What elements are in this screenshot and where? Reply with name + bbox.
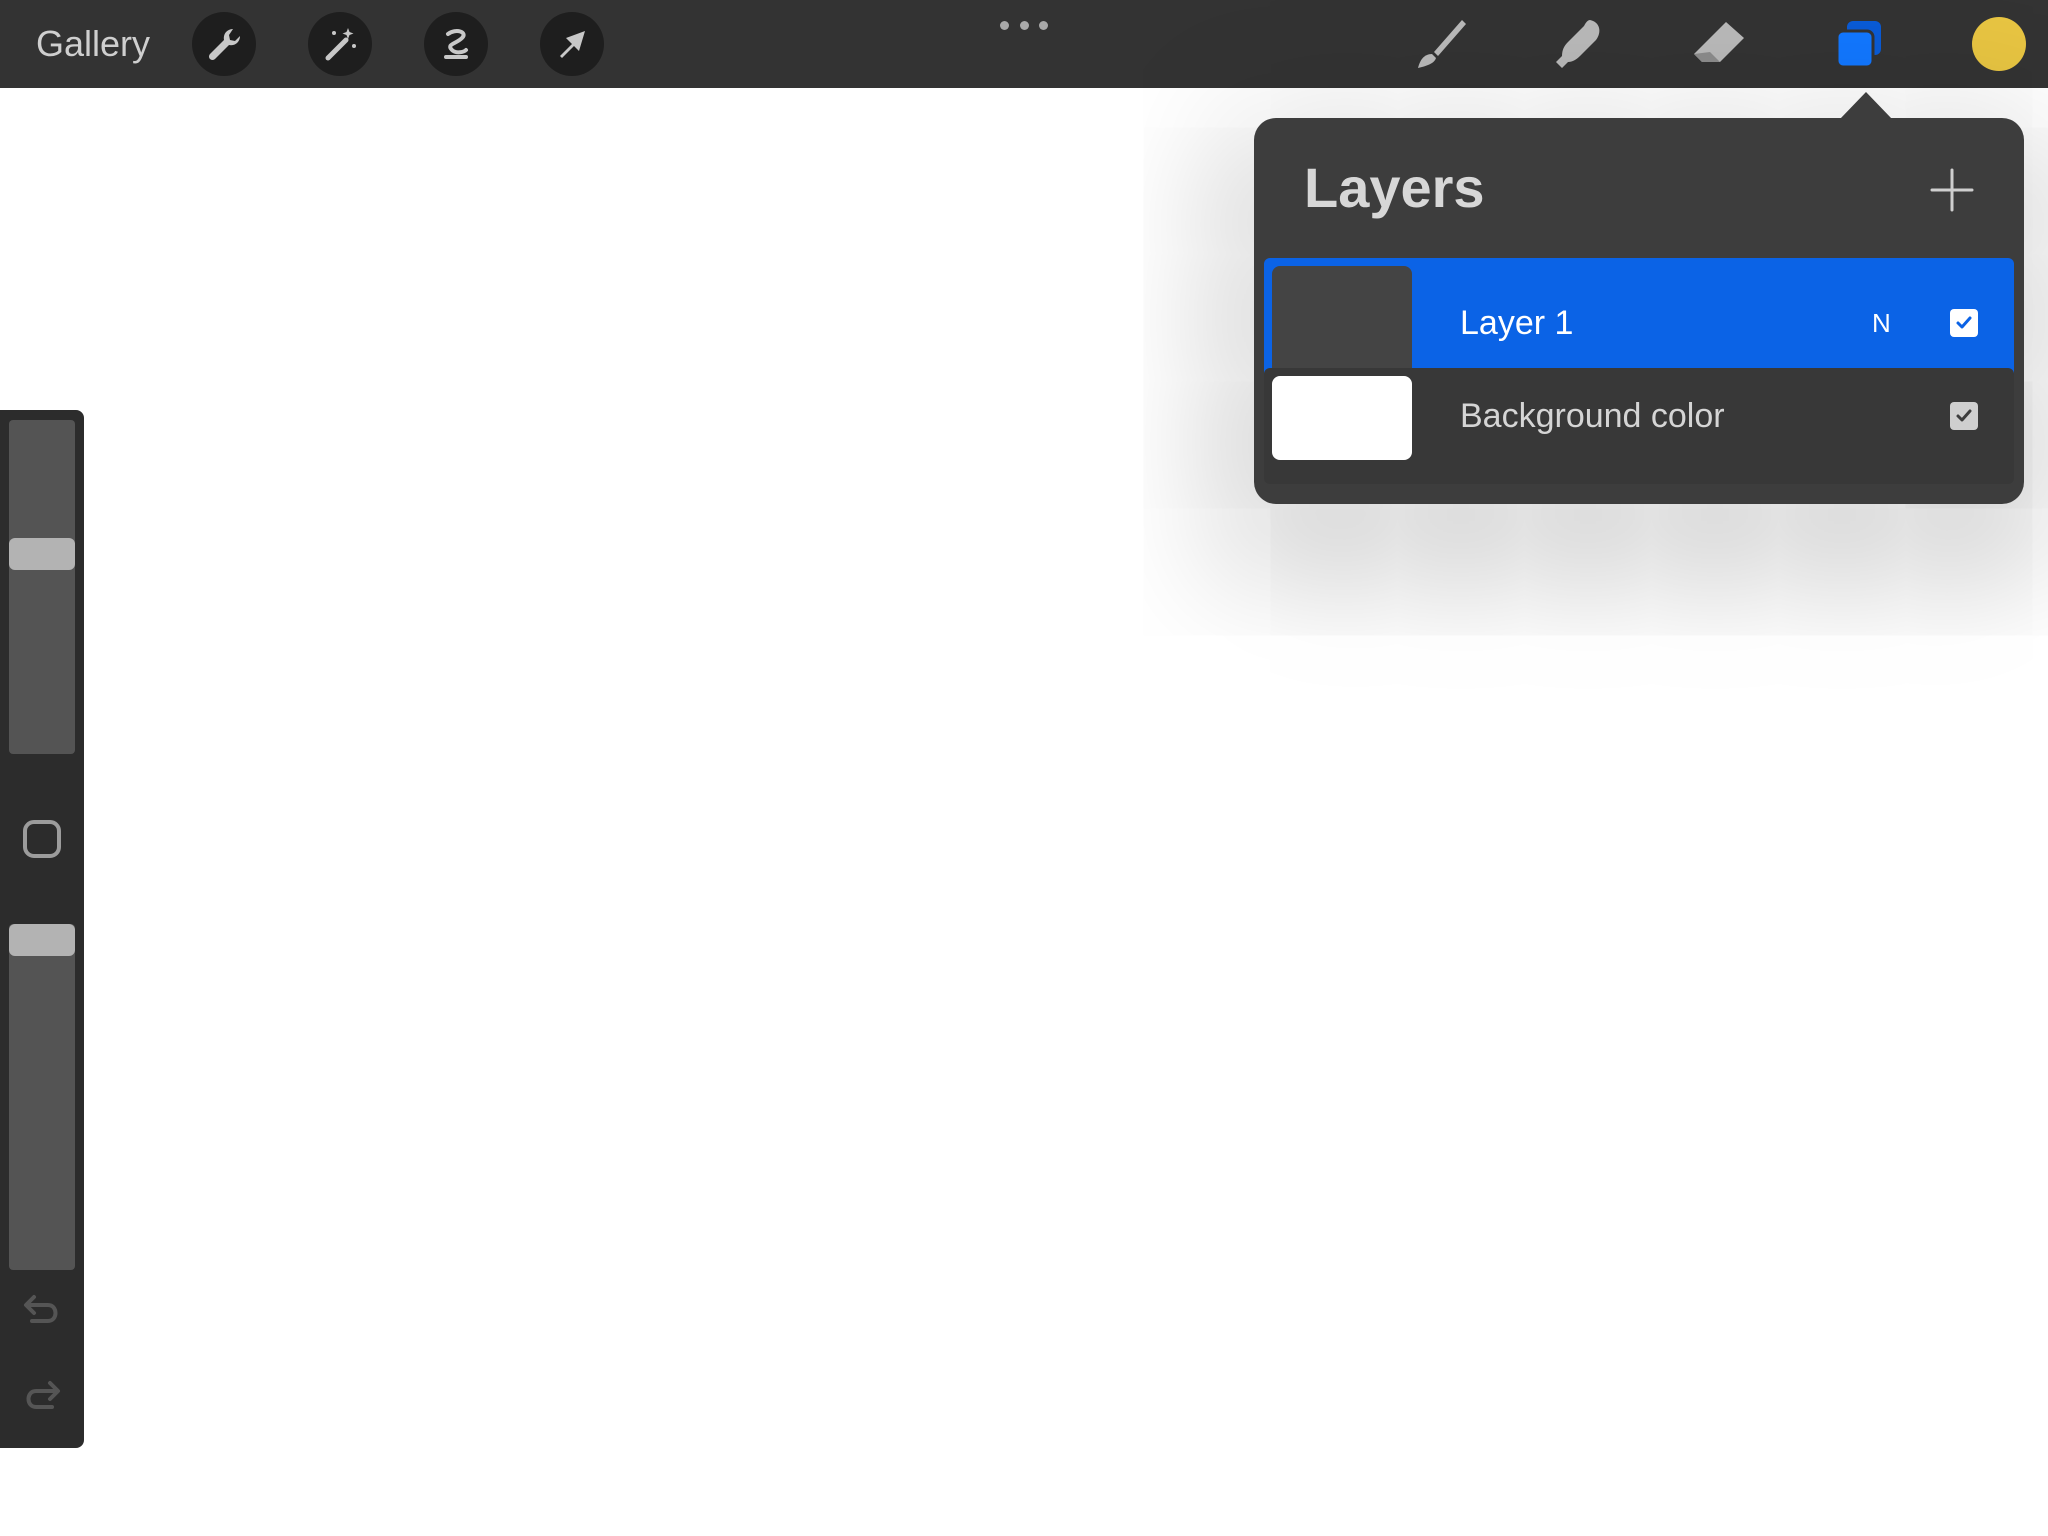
brush-tool-button[interactable] [1408,14,1472,74]
more-options-icon[interactable] [1000,18,1048,32]
gallery-button[interactable]: Gallery [36,22,150,66]
brush-size-slider[interactable] [9,420,75,754]
layers-panel: Layers Layer 1 N Background color [1254,118,2024,504]
opacity-slider-thumb[interactable] [9,924,75,956]
selection-button[interactable] [424,12,488,76]
left-sidebar [0,410,84,1448]
layer-name: Layer 1 [1460,304,1574,342]
smudge-tool-button[interactable] [1546,14,1610,74]
undo-icon [24,1295,58,1323]
layers-icon [1835,21,1881,69]
layer-visibility-checkbox[interactable] [1950,309,1978,337]
layers-panel-pointer [1840,92,1892,119]
eraser-icon [1694,22,1744,62]
layers-tool-button[interactable] [1828,14,1892,74]
actions-button[interactable] [192,12,256,76]
arrow-cursor-icon [560,31,585,58]
plus-icon[interactable] [1930,168,1974,212]
layer-thumbnail [1272,266,1412,380]
checkmark-icon [1956,316,1972,329]
redo-icon [26,1381,60,1409]
adjustments-button[interactable] [308,12,372,76]
layers-panel-title: Layers [1304,156,1485,219]
layer-thumbnail [1272,376,1412,460]
layer-row-background-color[interactable]: Background color [1264,368,2014,484]
smudge-finger-icon [1556,20,1600,68]
undo-button[interactable] [20,1290,64,1330]
redo-button[interactable] [20,1376,64,1416]
transform-button[interactable] [540,12,604,76]
checkmark-icon [1956,409,1972,422]
layer-visibility-checkbox[interactable] [1950,402,1978,430]
opacity-slider[interactable] [9,924,75,1270]
top-toolbar: Gallery [0,0,2048,88]
brush-size-slider-thumb[interactable] [9,538,75,570]
color-picker-button[interactable] [1972,17,2026,71]
magic-wand-icon [325,28,356,61]
wrench-icon [208,28,241,61]
selection-s-icon [444,29,468,59]
brush-icon [1418,20,1466,68]
eraser-tool-button[interactable] [1686,14,1750,74]
layer-name: Background color [1460,397,1725,435]
blend-mode-button[interactable]: N [1872,303,1891,343]
modify-button[interactable] [23,820,61,858]
